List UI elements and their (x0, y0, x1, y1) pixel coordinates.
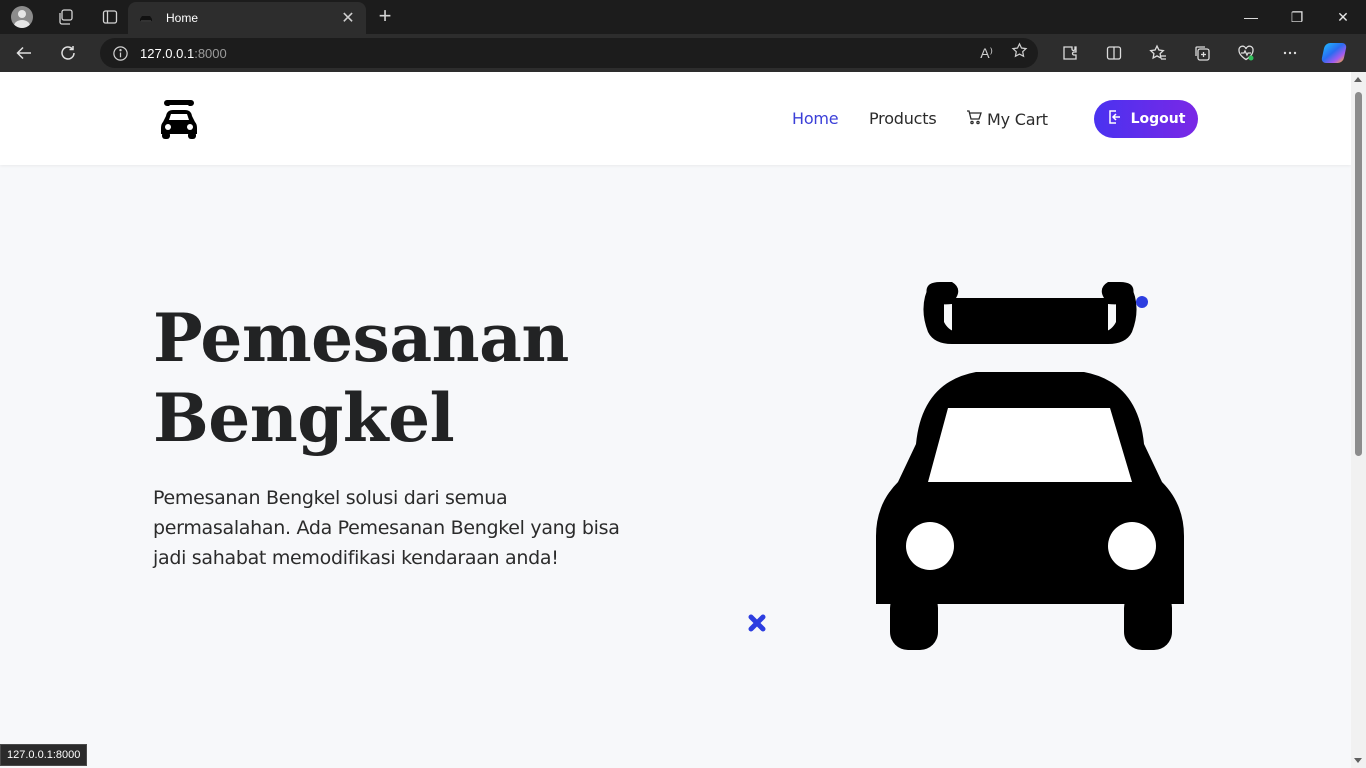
favorites-icon[interactable] (1136, 34, 1180, 72)
minimize-button[interactable]: — (1228, 0, 1274, 34)
workspaces-icon[interactable] (44, 0, 88, 34)
url-text: 127.0.0.1:8000 (140, 46, 227, 61)
profile-avatar-icon[interactable] (0, 0, 44, 34)
extensions-icon[interactable] (1048, 34, 1092, 72)
nav-link-home[interactable]: Home (792, 109, 839, 128)
hero-title-line-1: Pemesanan (153, 299, 569, 377)
scroll-up-arrow-icon[interactable] (1354, 77, 1362, 82)
new-tab-button[interactable]: + (372, 4, 398, 30)
logout-button[interactable]: Logout (1094, 100, 1198, 138)
read-aloud-icon[interactable]: A⁾ (980, 45, 993, 62)
tab-close-icon[interactable]: ✕ (340, 8, 356, 28)
url-host: 127.0.0.1 (140, 45, 195, 61)
scrollbar-thumb[interactable] (1355, 92, 1362, 456)
browser-tool-icons (1048, 34, 1356, 72)
address-actions: A⁾ (980, 38, 1028, 68)
nav-cart-label: My Cart (987, 109, 1048, 129)
collections-icon[interactable] (1180, 34, 1224, 72)
hero-description: Pemesanan Bengkel solusi dari semua perm… (153, 487, 620, 569)
car-repair-hero-icon (872, 274, 1190, 652)
url-port: :8000 (194, 45, 227, 61)
decorative-dot (1136, 296, 1148, 308)
scroll-down-arrow-icon[interactable] (1354, 758, 1362, 763)
copilot-icon[interactable] (1312, 34, 1356, 72)
restore-button[interactable]: ❐ (1274, 0, 1320, 34)
decorative-cross-icon (746, 612, 768, 634)
nav-link-my-cart[interactable]: My Cart (966, 109, 1048, 129)
page-scrollbar[interactable] (1351, 72, 1366, 768)
hero-title-line-2: Bengkel (153, 379, 455, 457)
info-icon[interactable] (100, 45, 140, 62)
car-favicon-icon (138, 13, 154, 23)
favorite-star-icon[interactable] (1011, 42, 1028, 64)
browser-tab-home[interactable]: Home ✕ (128, 2, 366, 34)
hero-title: Pemesanan Bengkel (153, 298, 713, 458)
refresh-icon[interactable] (48, 37, 88, 69)
logout-icon (1107, 109, 1123, 129)
window-controls: — ❐ ✕ (1228, 0, 1366, 34)
cart-icon (966, 109, 982, 129)
tab-title: Home (166, 11, 199, 25)
logout-label: Logout (1130, 111, 1186, 127)
back-icon[interactable] (4, 37, 44, 69)
close-window-button[interactable]: ✕ (1320, 0, 1366, 34)
address-bar[interactable]: 127.0.0.1:8000 A⁾ (100, 38, 1038, 68)
browser-essentials-icon[interactable] (1224, 34, 1268, 72)
site-navbar: Home Products My Cart Logout (0, 72, 1351, 165)
split-screen-icon[interactable] (1092, 34, 1136, 72)
status-bar-url: 127.0.0.1:8000 (0, 744, 88, 766)
nav-link-products[interactable]: Products (869, 109, 937, 128)
more-icon[interactable] (1268, 34, 1312, 72)
tab-actions-icon[interactable] (88, 0, 132, 34)
page-viewport: Home Products My Cart Logout Pemesanan B… (0, 72, 1351, 768)
